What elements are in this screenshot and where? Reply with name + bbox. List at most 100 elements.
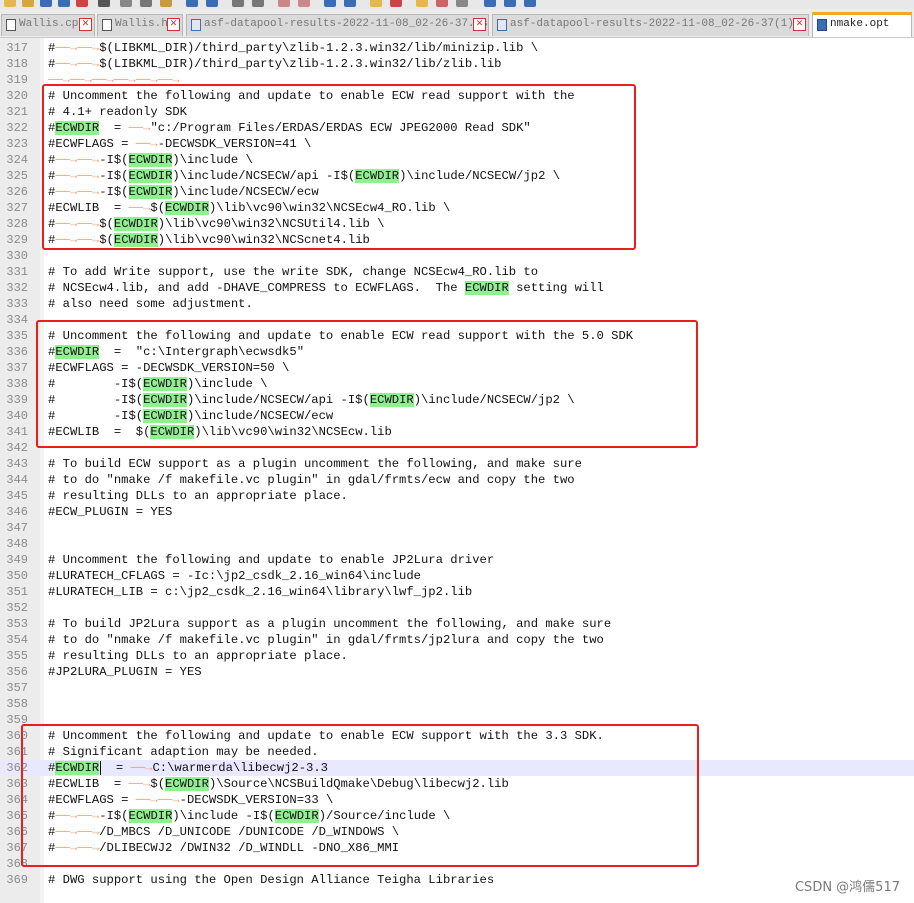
line-number: 348 (6, 537, 28, 551)
tab-bar: Wallis.cpp ✕ Wallis.h ✕ asf-datapool-res… (0, 9, 914, 38)
highlight-box-ecw-50 (36, 320, 698, 448)
close-icon[interactable]: ✕ (167, 18, 180, 31)
open-file-icon[interactable] (22, 0, 34, 7)
replace-icon[interactable] (252, 0, 264, 7)
code-line[interactable]: 343 # To build ECW support as a plugin un… (0, 456, 914, 472)
code-line[interactable]: 318 #──→──→$(LIBKML_DIR)/third_party\zlib… (0, 56, 914, 72)
code-line[interactable]: 345 # resulting DLLs to an appropriate pl… (0, 488, 914, 504)
toolbar (0, 0, 914, 9)
line-number: 324 (6, 153, 28, 167)
line-text: #LURATECH_CFLAGS = -Ic:\jp2_csdk_2.16_wi… (48, 569, 421, 583)
csv-file-icon (191, 19, 201, 31)
code-line[interactable]: 357 (0, 680, 914, 696)
show-all-chars-icon[interactable] (370, 0, 382, 7)
tab-wallis-h[interactable]: Wallis.h ✕ (97, 14, 183, 36)
close-icon[interactable]: ✕ (793, 18, 806, 31)
code-line[interactable]: 351 #LURATECH_LIB = c:\jp2_csdk_2.16_win6… (0, 584, 914, 600)
cut-icon[interactable] (120, 0, 132, 7)
code-line[interactable]: 350 #LURATECH_CFLAGS = -Ic:\jp2_csdk_2.16… (0, 568, 914, 584)
code-line[interactable]: 352 (0, 600, 914, 616)
bookmark-icon[interactable] (484, 0, 496, 7)
line-number: 339 (6, 393, 28, 407)
line-number: 335 (6, 329, 28, 343)
tab-label: Wallis.cpp (19, 18, 86, 30)
highlight-box-ecw-33 (21, 724, 699, 867)
zoom-in-icon[interactable] (278, 0, 290, 7)
line-text: #──→──→$(LIBKML_DIR)/third_party\zlib-1.… (48, 57, 502, 71)
close-icon[interactable] (76, 0, 88, 7)
tab-wallis-cpp[interactable]: Wallis.cpp ✕ (1, 14, 95, 36)
line-text: #LURATECH_LIB = c:\jp2_csdk_2.16_win64\l… (48, 585, 473, 599)
line-number: 343 (6, 457, 28, 471)
tab-results-csv[interactable]: asf-datapool-results-2022-11-08_02-26-37… (186, 14, 489, 36)
file-icon (6, 19, 16, 31)
code-line[interactable]: 353 # To build JP2Lura support as a plugi… (0, 616, 914, 632)
undo-icon[interactable] (186, 0, 198, 7)
line-number: 331 (6, 265, 28, 279)
line-number: 352 (6, 601, 28, 615)
line-number: 328 (6, 217, 28, 231)
line-number: 346 (6, 505, 28, 519)
code-line[interactable]: 355 # resulting DLLs to an appropriate pl… (0, 648, 914, 664)
new-file-icon[interactable] (4, 0, 16, 7)
line-text: # NCSEcw4.lib, and add -DHAVE_COMPRESS t… (48, 281, 604, 295)
find-icon[interactable] (232, 0, 244, 7)
tab-whitespace-marker: ──→ (55, 57, 78, 71)
line-number: 319 (6, 73, 28, 87)
word-wrap-icon[interactable] (344, 0, 356, 7)
line-number: 354 (6, 633, 28, 647)
line-number: 323 (6, 137, 28, 151)
sync-scroll-icon[interactable] (324, 0, 336, 7)
save-all-icon[interactable] (58, 0, 70, 7)
line-number: 340 (6, 409, 28, 423)
code-line[interactable]: 317 #──→──→$(LIBKML_DIR)/third_party\zlib… (0, 40, 914, 56)
code-line[interactable]: 344 # to do "nmake /f makefile.vc plugin"… (0, 472, 914, 488)
line-number: 320 (6, 89, 28, 103)
close-icon[interactable]: ✕ (473, 18, 486, 31)
doc-map-icon[interactable] (524, 0, 536, 7)
indent-guide-icon[interactable] (390, 0, 402, 7)
code-line[interactable]: 369 # DWG support using the Open Design A… (0, 872, 914, 888)
code-line[interactable]: 333 # also need some adjustment. (0, 296, 914, 312)
print-icon[interactable] (98, 0, 110, 7)
line-number: 347 (6, 521, 28, 535)
tab-label: asf-datapool-results-2022-11-08_02-26-37… (510, 18, 809, 30)
line-number: 333 (6, 297, 28, 311)
code-line[interactable]: 354 # to do "nmake /f makefile.vc plugin"… (0, 632, 914, 648)
play-macro-icon[interactable] (456, 0, 468, 7)
line-number: 329 (6, 233, 28, 247)
paste-icon[interactable] (160, 0, 172, 7)
code-line[interactable]: 356 #JP2LURA_PLUGIN = YES (0, 664, 914, 680)
tab-nmake-opt[interactable]: nmake.opt (812, 12, 912, 37)
watermark: CSDN @鸿儒517 (794, 880, 900, 895)
tab-whitespace-marker: ──→ (55, 41, 78, 55)
tab-results-1-csv[interactable]: asf-datapool-results-2022-11-08_02-26-37… (492, 14, 809, 36)
line-text: #ECW_PLUGIN = YES (48, 505, 173, 519)
line-number: 326 (6, 185, 28, 199)
folder-icon[interactable] (416, 0, 428, 7)
line-text: # resulting DLLs to an appropriate place… (48, 489, 348, 503)
code-line[interactable]: 331 # To add Write support, use the write… (0, 264, 914, 280)
copy-icon[interactable] (140, 0, 152, 7)
line-number: 318 (6, 57, 28, 71)
code-line[interactable]: 348 (0, 536, 914, 552)
code-line[interactable]: 349 # Uncomment the following and update … (0, 552, 914, 568)
save-icon[interactable] (40, 0, 52, 7)
redo-icon[interactable] (206, 0, 218, 7)
close-icon[interactable]: ✕ (79, 18, 92, 31)
zoom-out-icon[interactable] (298, 0, 310, 7)
code-line[interactable]: 358 (0, 696, 914, 712)
code-line[interactable]: 330 (0, 248, 914, 264)
record-macro-icon[interactable] (436, 0, 448, 7)
code-line[interactable]: 332 # NCSEcw4.lib, and add -DHAVE_COMPRES… (0, 280, 914, 296)
line-number: 337 (6, 361, 28, 375)
function-list-icon[interactable] (504, 0, 516, 7)
file-icon (817, 19, 827, 31)
line-number: 317 (6, 41, 28, 55)
line-text: # to do "nmake /f makefile.vc plugin" in… (48, 473, 575, 487)
code-line[interactable]: 346 #ECW_PLUGIN = YES (0, 504, 914, 520)
line-number: 353 (6, 617, 28, 631)
code-line[interactable]: 347 (0, 520, 914, 536)
line-number: 369 (6, 873, 28, 887)
line-number: 358 (6, 697, 28, 711)
